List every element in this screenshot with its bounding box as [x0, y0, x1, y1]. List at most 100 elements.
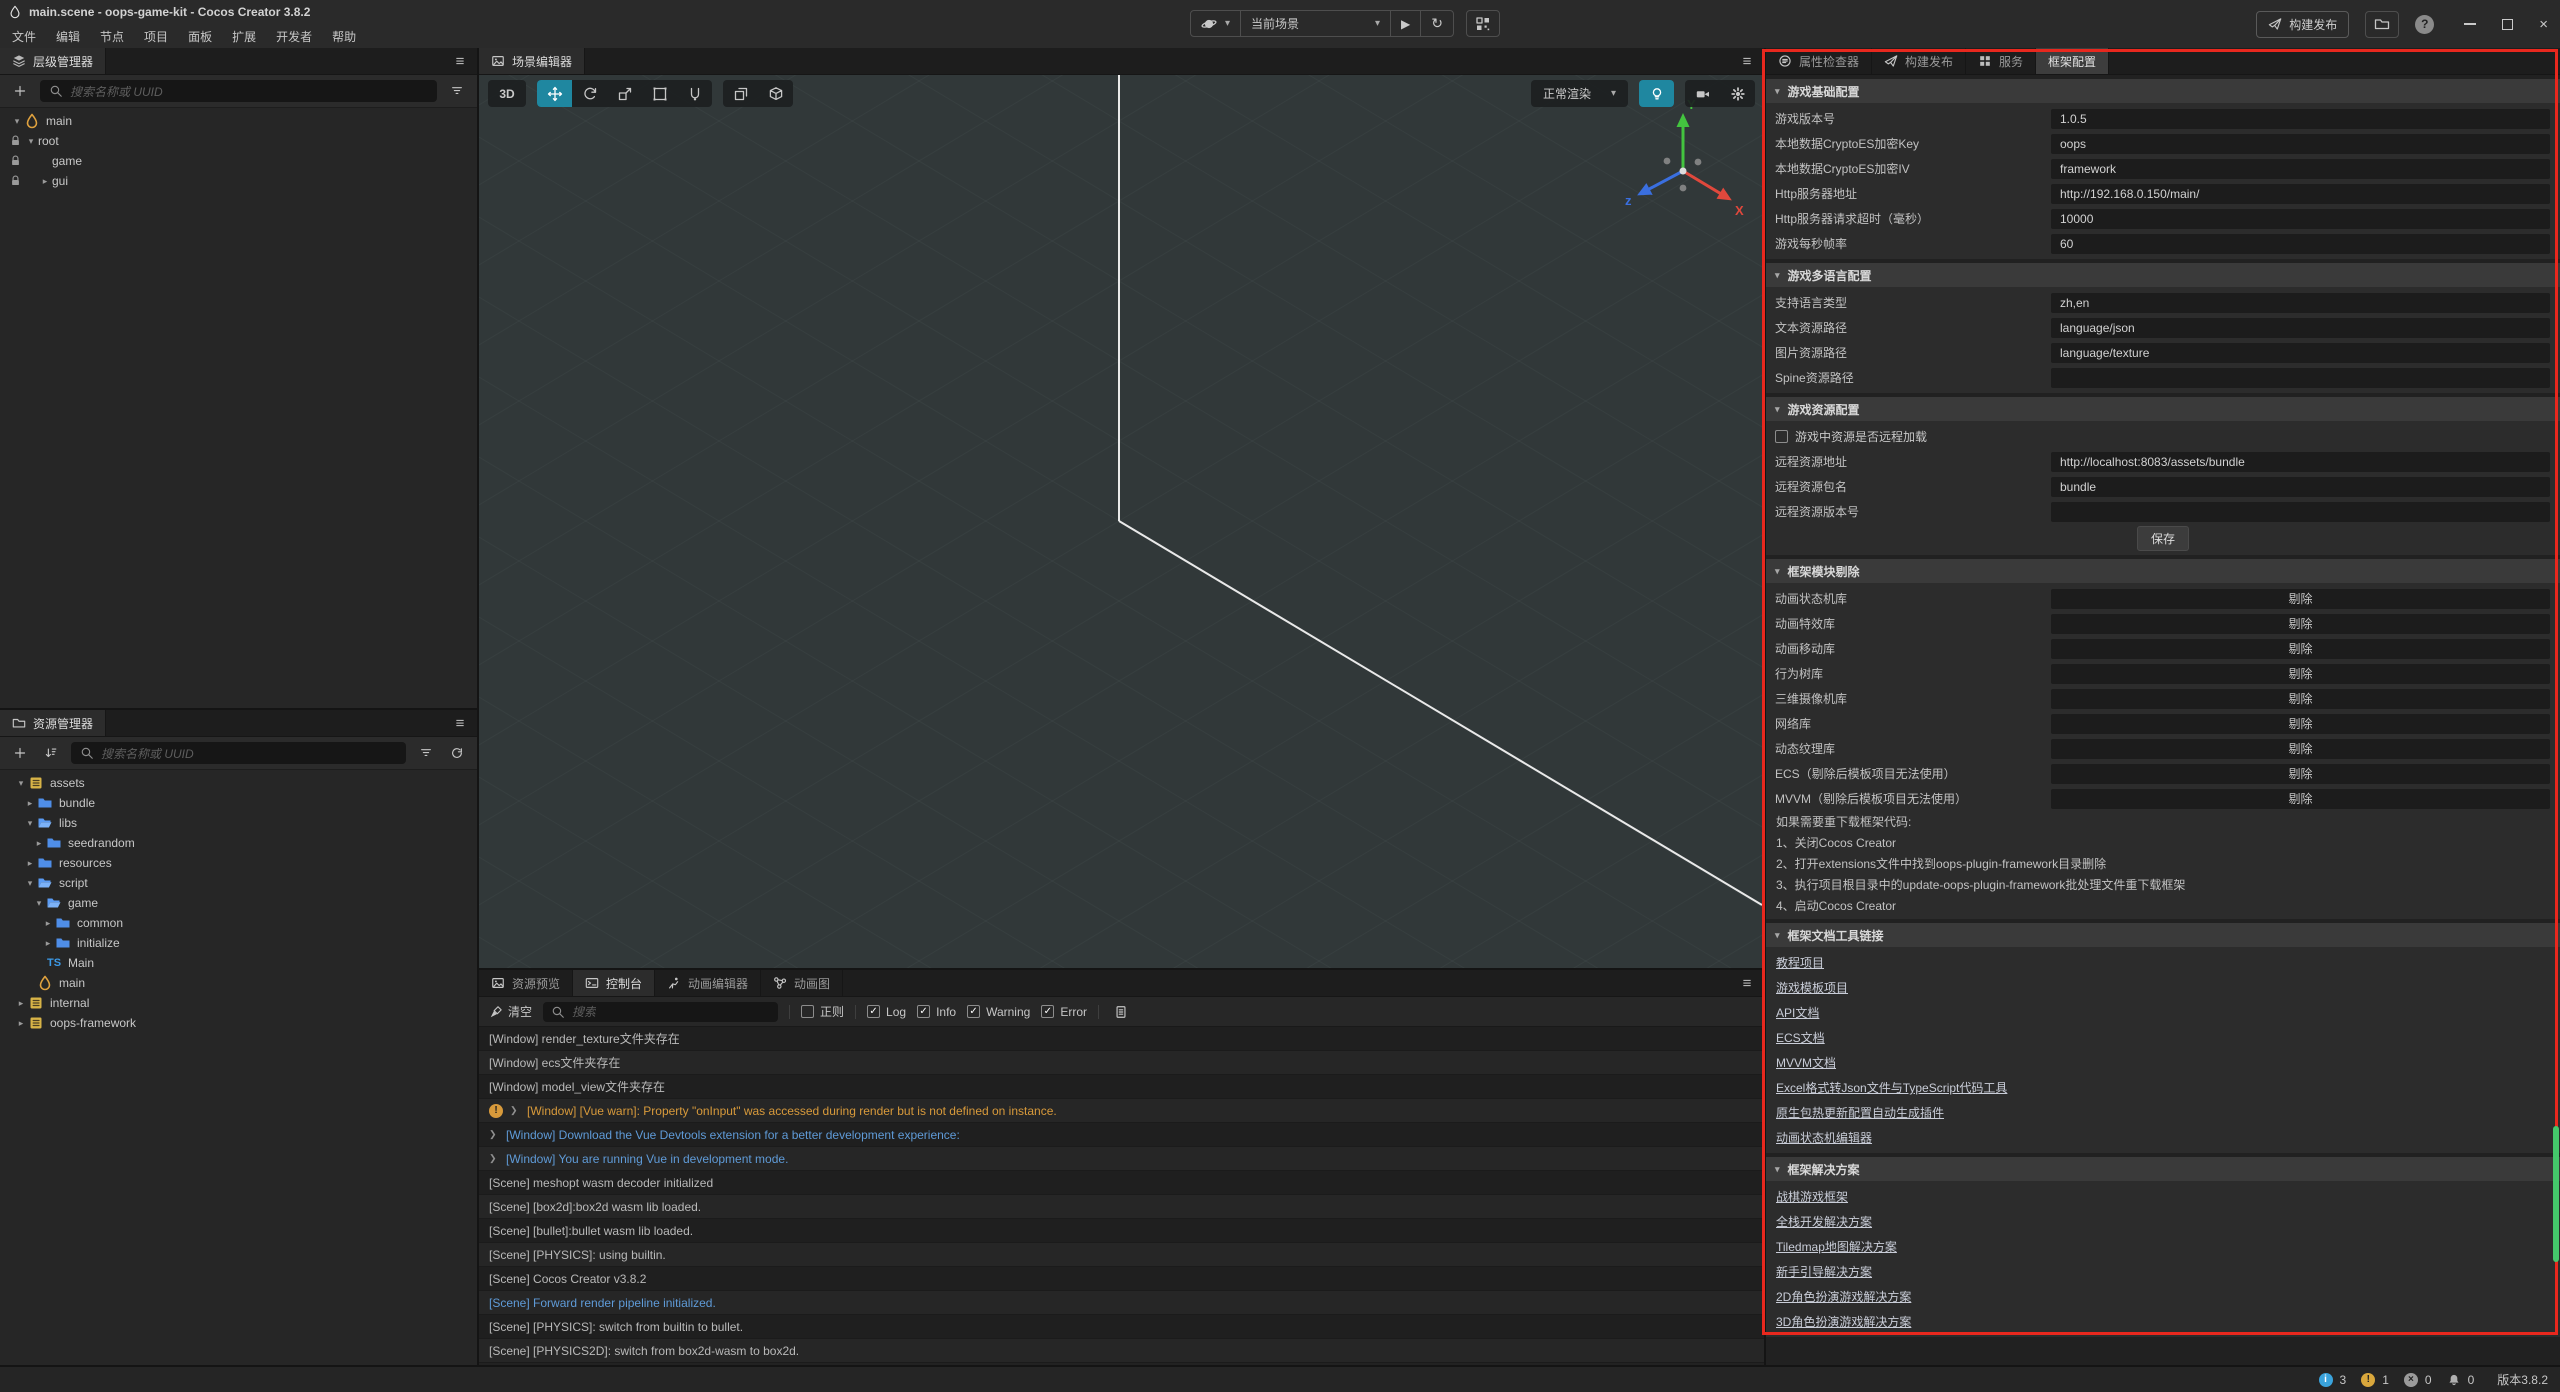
tree-row-assets[interactable]: ▾assets	[0, 773, 477, 793]
close-button[interactable]: ×	[2539, 16, 2548, 33]
scene-select[interactable]: 当前场景 ▾	[1240, 11, 1390, 36]
build-publish-button[interactable]: 构建发布	[2256, 11, 2349, 38]
error-count-icon[interactable]: ×	[2404, 1373, 2418, 1387]
field-input[interactable]: 60	[2051, 234, 2550, 254]
remove-module-button[interactable]: 剔除	[2051, 714, 2550, 734]
log-row[interactable]: [Scene] meshopt wasm decoder initialized	[479, 1171, 1764, 1195]
tree-row-oops-framework[interactable]: ▸oops-framework	[0, 1013, 477, 1033]
filter-error-checkbox[interactable]: ✓ Error	[1041, 1005, 1087, 1019]
field-input[interactable]: 10000	[2051, 209, 2550, 229]
info-count-icon[interactable]: i	[2319, 1373, 2333, 1387]
doc-link[interactable]: MVVM文档	[1766, 1050, 2560, 1075]
log-row[interactable]: [Scene] [PHYSICS2D]: switch from box2d-w…	[479, 1339, 1764, 1363]
minimize-button[interactable]	[2464, 23, 2476, 25]
doc-link[interactable]: 教程项目	[1766, 950, 2560, 975]
scene-camera-button[interactable]	[1685, 80, 1720, 107]
doc-link[interactable]: 3D角色扮演游戏解决方案	[1766, 1309, 2560, 1334]
doc-link[interactable]: 游戏模板项目	[1766, 975, 2560, 1000]
assets-filter-button[interactable]	[415, 742, 437, 764]
remove-module-button[interactable]: 剔除	[2051, 739, 2550, 759]
scene-settings-button[interactable]	[1720, 80, 1755, 107]
snap-settings-button[interactable]	[723, 80, 758, 107]
chevron-down-icon[interactable]: ▾	[14, 778, 28, 789]
menu-edit[interactable]: 编辑	[46, 28, 90, 45]
assets-refresh-button[interactable]	[446, 742, 468, 764]
tree-row-Main[interactable]: TSMain	[0, 953, 477, 973]
open-project-folder-button[interactable]	[2365, 11, 2399, 38]
tab-assets[interactable]: 资源管理器	[0, 710, 106, 736]
filter-log-checkbox[interactable]: ✓ Log	[867, 1005, 906, 1019]
log-row[interactable]: [Scene] [bullet]:bullet wasm lib loaded.	[479, 1219, 1764, 1243]
scene-viewport[interactable]: Y X	[479, 75, 1764, 968]
field-input[interactable]	[2051, 368, 2550, 388]
menu-file[interactable]: 文件	[2, 28, 46, 45]
menu-developer[interactable]: 开发者	[266, 28, 322, 45]
remove-module-button[interactable]: 剔除	[2051, 764, 2550, 784]
remove-module-button[interactable]: 剔除	[2051, 614, 2550, 634]
rotate-tool-button[interactable]	[572, 80, 607, 107]
scene-light-toggle[interactable]	[1639, 80, 1674, 107]
menu-help[interactable]: 帮助	[322, 28, 366, 45]
field-input[interactable]	[2051, 502, 2550, 522]
log-row[interactable]: [Window] ecs文件夹存在	[479, 1051, 1764, 1075]
hierarchy-search-input[interactable]: 搜索名称或 UUID	[40, 80, 437, 102]
log-row[interactable]: !❯[Window] [Vue warn]: Property "onInput…	[479, 1099, 1764, 1123]
section-header[interactable]: ▾框架解决方案	[1766, 1157, 2560, 1181]
tree-row-initialize[interactable]: ▸initialize	[0, 933, 477, 953]
preview-device-button[interactable]	[1466, 10, 1500, 37]
remove-module-button[interactable]: 剔除	[2051, 689, 2550, 709]
tab-animation-graph[interactable]: 动画图	[761, 970, 843, 996]
section-header[interactable]: ▾框架文档工具链接	[1766, 923, 2560, 947]
log-row[interactable]: ❯[Window] You are running Vue in develop…	[479, 1147, 1764, 1171]
tab-property-inspector[interactable]: 属性检查器	[1766, 48, 1872, 74]
bell-icon[interactable]	[2447, 1373, 2461, 1387]
console-clear-button[interactable]: 清空	[489, 1003, 532, 1020]
tree-row-gui[interactable]: ▸gui	[0, 171, 477, 191]
coordinate-mode-button[interactable]	[758, 80, 793, 107]
preview-platform-select[interactable]: ▾	[1191, 11, 1240, 36]
menu-project[interactable]: 项目	[134, 28, 178, 45]
restart-button[interactable]: ↻	[1420, 11, 1453, 36]
tree-row-libs[interactable]: ▾libs	[0, 813, 477, 833]
chevron-down-icon[interactable]: ▾	[10, 116, 24, 127]
doc-link[interactable]: Excel格式转Json文件与TypeScript代码工具	[1766, 1075, 2560, 1100]
tab-asset-preview[interactable]: 资源预览	[479, 970, 573, 996]
tree-row-bundle[interactable]: ▸bundle	[0, 793, 477, 813]
field-input[interactable]: language/json	[2051, 318, 2550, 338]
field-input[interactable]: http://localhost:8083/assets/bundle	[2051, 452, 2550, 472]
chevron-right-icon[interactable]: ▸	[41, 938, 55, 949]
filter-warning-checkbox[interactable]: ✓ Warning	[967, 1005, 1030, 1019]
menu-extension[interactable]: 扩展	[222, 28, 266, 45]
checkbox-icon[interactable]	[1775, 430, 1788, 443]
assets-sort-button[interactable]	[40, 742, 62, 764]
log-row[interactable]: ❯[Window] Download the Vue Devtools exte…	[479, 1123, 1764, 1147]
chevron-right-icon[interactable]: ▸	[23, 798, 37, 809]
field-input[interactable]: language/texture	[2051, 343, 2550, 363]
log-row[interactable]: [Scene] Forward render pipeline initiali…	[479, 1291, 1764, 1315]
tree-row-internal[interactable]: ▸internal	[0, 993, 477, 1013]
tab-console[interactable]: 控制台	[573, 970, 655, 996]
field-input[interactable]: 1.0.5	[2051, 109, 2550, 129]
remove-module-button[interactable]: 剔除	[2051, 589, 2550, 609]
chevron-down-icon[interactable]: ▾	[24, 136, 38, 147]
log-row[interactable]: [Window] model_view文件夹存在	[479, 1075, 1764, 1099]
doc-link[interactable]: 原生包热更新配置自动生成插件	[1766, 1100, 2560, 1125]
doc-link[interactable]: 2D角色扮演游戏解决方案	[1766, 1284, 2560, 1309]
warning-count-icon[interactable]: !	[2361, 1373, 2375, 1387]
remove-module-button[interactable]: 剔除	[2051, 664, 2550, 684]
transform-gizmo-button[interactable]	[677, 80, 712, 107]
toggle-2d3d-button[interactable]: 3D	[488, 80, 526, 107]
chevron-right-icon[interactable]: ▸	[23, 858, 37, 869]
create-node-button[interactable]	[9, 80, 31, 102]
play-button[interactable]: ▶	[1390, 11, 1420, 36]
maximize-button[interactable]	[2502, 19, 2513, 30]
remove-module-button[interactable]: 剔除	[2051, 639, 2550, 659]
hierarchy-menu-icon[interactable]: ≡	[443, 48, 477, 74]
save-button[interactable]: 保存	[2137, 526, 2189, 551]
menu-node[interactable]: 节点	[90, 28, 134, 45]
tree-row-main[interactable]: main	[0, 973, 477, 993]
doc-link[interactable]: 战棋游戏框架	[1766, 1184, 2560, 1209]
doc-link[interactable]: 动画状态机编辑器	[1766, 1125, 2560, 1150]
tree-row-game[interactable]: game	[0, 151, 477, 171]
chevron-right-icon[interactable]: ▸	[14, 1018, 28, 1029]
